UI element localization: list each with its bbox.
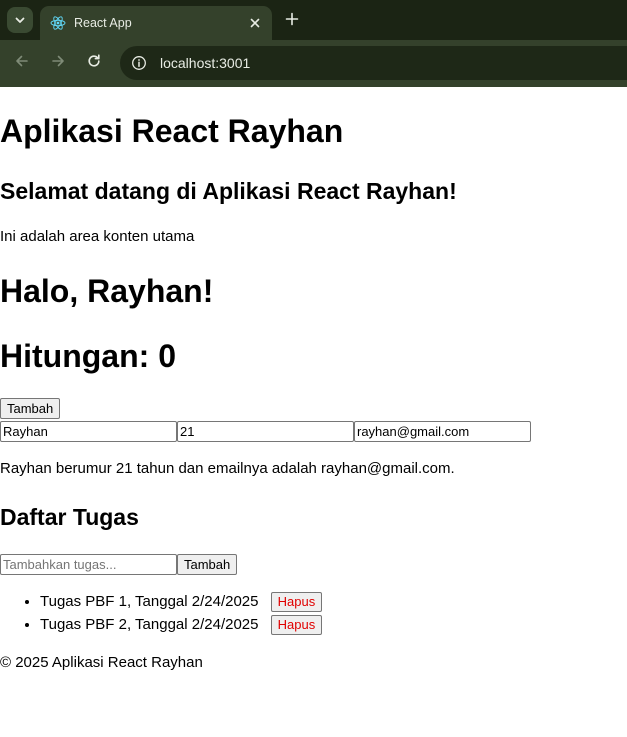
close-icon[interactable] — [246, 14, 264, 32]
list-item: Tugas PBF 2, Tanggal 2/24/2025 Hapus — [40, 613, 323, 636]
counter-value: 0 — [158, 338, 176, 374]
footer-text: © 2025 Aplikasi React Rayhan — [0, 654, 203, 671]
counter-label: Hitungan: — [0, 338, 159, 374]
react-logo-icon — [50, 15, 66, 31]
greeting-heading: Halo, Rayhan! — [0, 273, 214, 309]
task-label: Tugas PBF 2, Tanggal 2/24/2025 — [40, 616, 259, 633]
url-text: localhost:3001 — [160, 55, 251, 71]
task-list: Tugas PBF 1, Tanggal 2/24/2025 Hapus Tug… — [0, 590, 323, 636]
browser-toolbar: localhost:3001 — [0, 40, 627, 87]
task-label: Tugas PBF 1, Tanggal 2/24/2025 — [40, 593, 259, 610]
arrow-right-icon — [50, 53, 66, 73]
browser-tab[interactable]: React App — [40, 6, 272, 40]
arrow-left-icon — [14, 53, 30, 73]
reload-button[interactable] — [82, 51, 106, 75]
add-task-button[interactable]: Tambah — [177, 554, 238, 575]
plus-icon — [285, 11, 299, 30]
forward-button[interactable] — [46, 51, 70, 75]
app-title: Aplikasi React Rayhan — [0, 113, 344, 149]
tab-search-button[interactable] — [7, 7, 33, 33]
name-input[interactable] — [0, 421, 177, 442]
chevron-down-icon — [14, 11, 26, 30]
reload-icon — [86, 53, 102, 73]
counter-heading: Hitungan: 0 — [0, 338, 176, 375]
task-input[interactable] — [0, 554, 177, 575]
content-text: Ini adalah area konten utama — [0, 228, 195, 245]
new-tab-button[interactable] — [282, 10, 302, 30]
increment-button[interactable]: Tambah — [0, 398, 61, 419]
info-text: Rayhan berumur 21 tahun dan emailnya ada… — [0, 460, 455, 477]
address-bar[interactable]: localhost:3001 — [120, 46, 627, 80]
welcome-heading: Selamat datang di Aplikasi React Rayhan! — [0, 178, 457, 204]
list-item: Tugas PBF 1, Tanggal 2/24/2025 Hapus — [40, 590, 323, 613]
age-input[interactable] — [177, 421, 354, 442]
tab-title: React App — [74, 16, 132, 30]
browser-tab-bar: React App — [0, 0, 627, 40]
delete-task-button[interactable]: Hapus — [270, 615, 323, 636]
delete-task-button[interactable]: Hapus — [270, 592, 323, 613]
back-button[interactable] — [10, 51, 34, 75]
email-input[interactable] — [354, 421, 531, 442]
tasks-heading: Daftar Tugas — [0, 504, 139, 530]
info-icon[interactable] — [131, 55, 147, 71]
